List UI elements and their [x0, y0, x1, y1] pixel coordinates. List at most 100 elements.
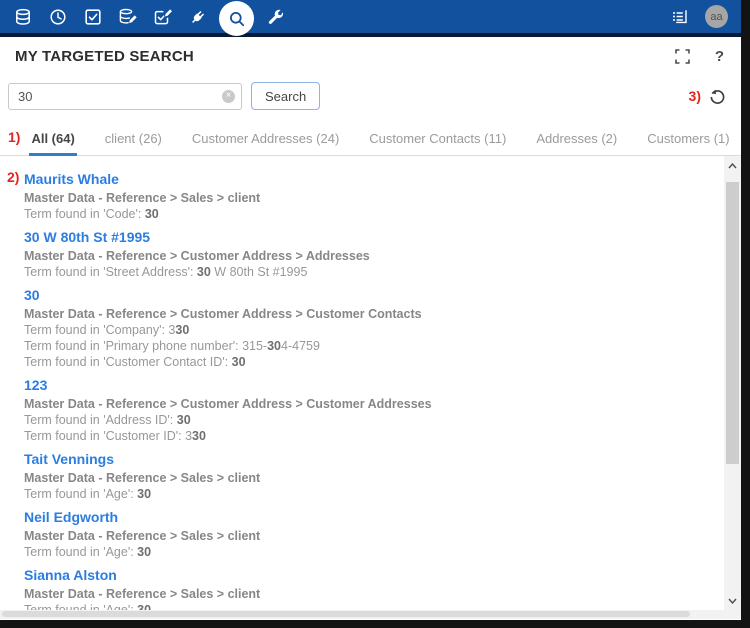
tab-label: Customers (1) — [647, 131, 729, 146]
nav-history-button[interactable] — [47, 6, 68, 27]
page-title: MY TARGETED SEARCH — [15, 48, 194, 65]
search-result-item: 30 Master Data - Reference > Customer Ad… — [24, 285, 681, 370]
tab-customer[interactable]: Customer Contacts (11) — [367, 131, 508, 155]
result-breadcrumb: Master Data - Reference > Sales > client — [24, 586, 681, 602]
clock-icon — [49, 8, 67, 26]
search-result-item: Tait Vennings Master Data - Reference > … — [24, 449, 681, 502]
term-found-line: Term found in 'Code': 30 — [24, 206, 681, 222]
search-input[interactable] — [8, 83, 242, 110]
clear-input-icon[interactable]: × — [222, 90, 235, 103]
result-terms: Term found in 'Age': 30 — [24, 544, 681, 560]
scroll-up-button[interactable] — [724, 158, 741, 173]
scroll-down-button[interactable] — [724, 593, 741, 608]
result-title-link[interactable]: Maurits Whale — [24, 169, 119, 190]
result-breadcrumb: Master Data - Reference > Customer Addre… — [24, 396, 681, 412]
form-edit-icon — [153, 8, 173, 26]
term-found-line: Term found in 'Age': 30 — [24, 486, 681, 502]
horizontal-scrollbar-thumb[interactable] — [2, 611, 690, 617]
tab-customers[interactable]: Customers (1) — [645, 131, 731, 155]
term-found-line: Term found in 'Company': 330 — [24, 322, 681, 338]
result-terms: Term found in 'Age': 30 — [24, 486, 681, 502]
scrollbar-thumb[interactable] — [726, 182, 739, 464]
result-breadcrumb: Master Data - Reference > Sales > client — [24, 528, 681, 544]
result-title-link[interactable]: 123 — [24, 375, 47, 396]
term-found-line: Term found in 'Address ID': 30 — [24, 412, 681, 428]
list-icon — [670, 7, 690, 27]
annotation-3: 3) — [689, 88, 701, 104]
perspectives-menu-button[interactable] — [669, 6, 690, 27]
search-result-item: 30 W 80th St #1995 Master Data - Referen… — [24, 227, 681, 280]
result-breadcrumb: Master Data - Reference > Sales > client — [24, 470, 681, 486]
tab-all[interactable]: All (64) — [29, 131, 76, 155]
toolbar-right: aa — [669, 5, 728, 28]
result-title-link[interactable]: Tait Vennings — [24, 449, 114, 470]
tab-addresses[interactable]: Addresses (2) — [534, 131, 619, 155]
result-title-link[interactable]: 30 — [24, 285, 40, 306]
search-input-wrap: × — [8, 83, 242, 110]
result-terms: Term found in 'Street Address': 30 W 80t… — [24, 264, 681, 280]
results-panel: 2) Maurits Whale Master Data - Reference… — [0, 156, 741, 611]
checkbox-icon — [84, 8, 102, 26]
screenshot-root: aa MY TARGETED SEARCH ? × Search 3) — [0, 0, 750, 628]
expand-button[interactable] — [675, 49, 690, 64]
result-breadcrumb: Master Data - Reference > Sales > client — [24, 190, 681, 206]
result-terms: Term found in 'Address ID': 30Term found… — [24, 412, 681, 444]
term-found-line: Term found in 'Customer Contact ID': 30 — [24, 354, 681, 370]
chevron-down-icon — [728, 598, 737, 604]
app-window: aa MY TARGETED SEARCH ? × Search 3) — [0, 0, 741, 620]
term-found-line: Term found in 'Primary phone number': 31… — [24, 338, 681, 354]
term-found-line: Term found in 'Street Address': 30 W 80t… — [24, 264, 681, 280]
database-icon — [14, 8, 32, 26]
term-found-line: Term found in 'Age': 30 — [24, 544, 681, 560]
tab-label: All (64) — [31, 131, 74, 146]
search-result-item: Maurits Whale Master Data - Reference > … — [24, 169, 681, 222]
annotation-1: 1) — [8, 129, 20, 155]
result-terms: Term found in 'Code': 30 — [24, 206, 681, 222]
tab-label: Addresses (2) — [536, 131, 617, 146]
search-button[interactable]: Search — [251, 82, 320, 110]
tab-label: Customer Addresses (24) — [192, 131, 339, 146]
toolbar-nav-icons — [12, 0, 286, 34]
result-title-link[interactable]: Sianna Alston — [24, 565, 117, 586]
fullscreen-icon — [675, 49, 690, 64]
header-icons: ? — [675, 48, 724, 65]
help-button[interactable]: ? — [715, 48, 724, 65]
plug-icon — [189, 8, 207, 26]
horizontal-scrollbar[interactable] — [0, 610, 741, 619]
result-title-link[interactable]: 30 W 80th St #1995 — [24, 227, 150, 248]
nav-admin-button[interactable] — [265, 6, 286, 27]
tab-client[interactable]: client (26) — [103, 131, 164, 155]
search-icon — [228, 10, 246, 28]
search-history-button[interactable] — [709, 88, 726, 105]
history-undo-icon — [709, 88, 726, 105]
search-row-right: 3) — [689, 88, 729, 105]
result-title-link[interactable]: Neil Edgworth — [24, 507, 118, 528]
nav-connectors-button[interactable] — [187, 6, 208, 27]
nav-validation-button[interactable] — [82, 6, 103, 27]
chevron-up-icon — [728, 163, 737, 169]
top-toolbar: aa — [0, 0, 741, 33]
nav-database-button[interactable] — [12, 6, 33, 27]
search-row: × Search 3) — [0, 75, 741, 121]
nav-data-edit-button[interactable] — [117, 6, 138, 27]
search-result-item: Sianna Alston Master Data - Reference > … — [24, 565, 681, 611]
user-avatar[interactable]: aa — [705, 5, 728, 28]
search-result-item: Neil Edgworth Master Data - Reference > … — [24, 507, 681, 560]
result-breadcrumb: Master Data - Reference > Customer Addre… — [24, 248, 681, 264]
tab-label: Customer Contacts (11) — [369, 131, 506, 146]
nav-form-edit-button[interactable] — [152, 6, 173, 27]
result-breadcrumb: Master Data - Reference > Customer Addre… — [24, 306, 681, 322]
search-result-item: 123 Master Data - Reference > Customer A… — [24, 375, 681, 444]
term-found-line: Term found in 'Customer ID': 330 — [24, 428, 681, 444]
nav-search-button-active[interactable] — [219, 1, 254, 36]
results-list: Maurits Whale Master Data - Reference > … — [24, 169, 681, 611]
tab-customer[interactable]: Customer Addresses (24) — [190, 131, 341, 155]
vertical-scrollbar[interactable] — [724, 156, 741, 610]
wrench-icon — [267, 8, 285, 26]
page-header: MY TARGETED SEARCH ? — [0, 37, 741, 75]
result-terms: Term found in 'Company': 330Term found i… — [24, 322, 681, 370]
tab-label: client (26) — [105, 131, 162, 146]
tabs: 1) All (64) client (26) Customer Addresses… — [0, 121, 741, 156]
database-edit-icon — [118, 8, 138, 26]
annotation-2: 2) — [7, 169, 19, 185]
